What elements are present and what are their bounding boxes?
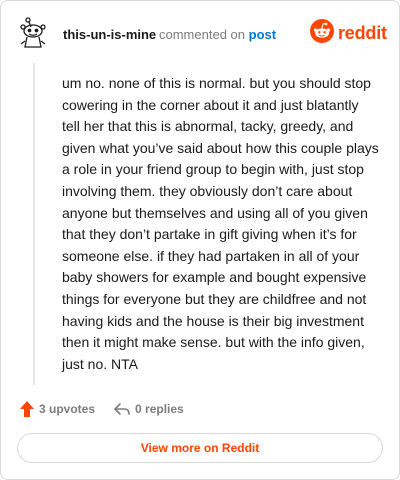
- reply-arrow-icon: [113, 401, 131, 417]
- reply-count: 0 replies: [135, 402, 184, 416]
- comment-context: commented on post: [159, 27, 276, 42]
- username-link[interactable]: this-un-is-mine: [63, 27, 156, 42]
- comment-actions: 3 upvotes 0 replies: [19, 399, 184, 419]
- post-link[interactable]: post: [249, 27, 276, 42]
- reddit-logo-icon: [310, 18, 334, 48]
- comment-body: um no. none of this is normal. but you s…: [62, 75, 379, 372]
- brand-name: reddit: [338, 22, 387, 43]
- snoo-avatar-icon[interactable]: [19, 17, 47, 51]
- upvote-arrow-icon: [19, 400, 35, 418]
- reddit-brand[interactable]: reddit: [310, 18, 387, 48]
- action-text: commented on: [159, 27, 245, 42]
- upvote-count: 3 upvotes: [39, 402, 96, 416]
- view-more-button[interactable]: View more on Reddit: [17, 433, 383, 463]
- thread-line[interactable]: [33, 63, 35, 385]
- upvote-button[interactable]: 3 upvotes: [19, 400, 95, 418]
- comment-card: this-un-is-mine commented on post reddit…: [0, 0, 400, 480]
- reply-button[interactable]: 0 replies: [113, 401, 184, 417]
